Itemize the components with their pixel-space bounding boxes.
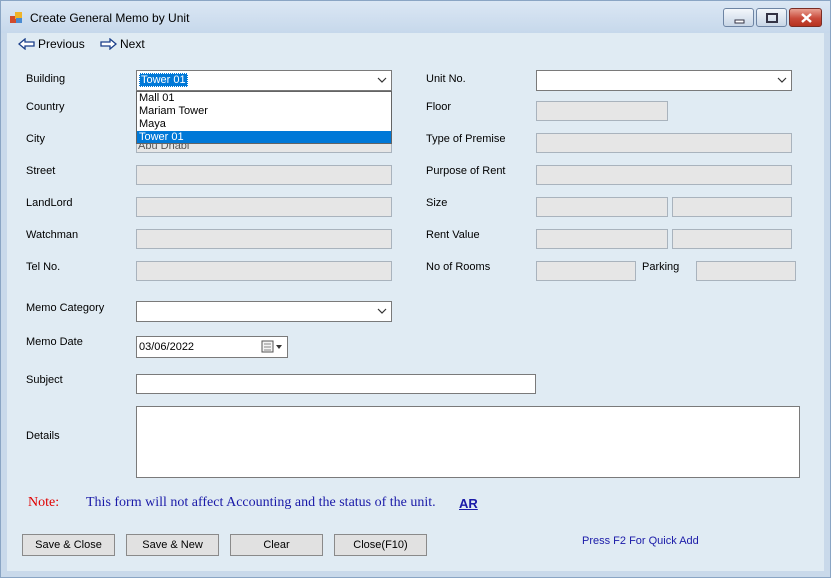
- floor-field[interactable]: [536, 101, 668, 121]
- building-dropdown-list[interactable]: Mall 01 Mariam Tower Maya Tower 01: [136, 91, 392, 144]
- landlord-field[interactable]: [136, 197, 392, 217]
- rent-field[interactable]: [536, 229, 668, 249]
- clear-button[interactable]: Clear: [230, 534, 323, 556]
- watchman-label: Watchman: [26, 229, 79, 241]
- calendar-icon[interactable]: [261, 340, 285, 354]
- street-label: Street: [26, 165, 56, 177]
- type-field[interactable]: [536, 133, 792, 153]
- unit-label: Unit No.: [426, 73, 466, 85]
- next-button[interactable]: Next: [100, 35, 145, 53]
- rooms-field[interactable]: [536, 261, 636, 281]
- window-title: Create General Memo by Unit: [30, 11, 190, 25]
- landlord-label: LandLord: [26, 197, 73, 209]
- memo-category-select[interactable]: [136, 301, 392, 322]
- memo-category-label: Memo Category: [26, 302, 105, 314]
- floor-label: Floor: [426, 101, 452, 113]
- memo-window: Create General Memo by Unit Previous Nex…: [0, 0, 831, 578]
- previous-button[interactable]: Previous: [18, 35, 85, 53]
- close-button[interactable]: Close(F10): [334, 534, 427, 556]
- chevron-down-icon: [377, 308, 387, 314]
- previous-label: Previous: [38, 37, 85, 51]
- save-new-button[interactable]: Save & New: [126, 534, 219, 556]
- note-text: This form will not affect Accounting and…: [86, 495, 436, 510]
- app-icon: [10, 12, 22, 23]
- details-label: Details: [26, 430, 60, 442]
- city-label: City: [26, 133, 45, 145]
- memo-date-picker[interactable]: 03/06/2022: [136, 336, 288, 358]
- unit-select[interactable]: [536, 70, 792, 91]
- tel-label: Tel No.: [26, 261, 61, 273]
- rent-extra-field[interactable]: [672, 229, 792, 249]
- rooms-label: No of Rooms: [426, 261, 491, 273]
- chevron-down-icon: [777, 77, 787, 83]
- save-close-button[interactable]: Save & Close: [22, 534, 115, 556]
- chevron-down-icon: [377, 77, 387, 83]
- form-body: Previous Next Building Country City Stre…: [7, 33, 824, 571]
- arrow-right-icon: [100, 38, 117, 50]
- memo-date-label: Memo Date: [26, 336, 83, 348]
- rent-label: Rent Value: [426, 229, 480, 241]
- purpose-field[interactable]: [536, 165, 792, 185]
- maximize-icon: [766, 13, 778, 23]
- dropdown-option[interactable]: Maya: [137, 118, 391, 131]
- size-field[interactable]: [536, 197, 668, 217]
- ar-link[interactable]: AR: [459, 496, 478, 511]
- close-window-button[interactable]: [789, 8, 822, 27]
- next-label: Next: [120, 37, 145, 51]
- minimize-button[interactable]: [723, 8, 754, 27]
- building-value: Tower 01: [139, 73, 188, 87]
- watchman-field[interactable]: [136, 229, 392, 249]
- note-label: Note:: [28, 495, 60, 510]
- subject-field[interactable]: [136, 374, 536, 394]
- parking-label: Parking: [642, 261, 680, 273]
- size-unit-field[interactable]: [672, 197, 792, 217]
- memo-date-value: 03/06/2022: [139, 341, 195, 353]
- street-field[interactable]: [136, 165, 392, 185]
- title-bar: Create General Memo by Unit: [1, 1, 830, 33]
- type-label: Type of Premise: [426, 133, 506, 145]
- dropdown-option[interactable]: Mall 01: [137, 92, 391, 105]
- minimize-icon: [734, 19, 745, 24]
- purpose-label: Purpose of Rent: [426, 165, 506, 177]
- details-textarea[interactable]: [136, 406, 800, 478]
- building-label: Building: [26, 73, 66, 85]
- parking-field[interactable]: [696, 261, 796, 281]
- arrow-left-icon: [18, 38, 35, 50]
- dropdown-option[interactable]: Mariam Tower: [137, 105, 391, 118]
- country-label: Country: [26, 101, 65, 113]
- dropdown-option-selected[interactable]: Tower 01: [137, 131, 391, 143]
- maximize-button[interactable]: [756, 8, 787, 27]
- tel-field[interactable]: [136, 261, 392, 281]
- quick-add-hint: Press F2 For Quick Add: [582, 535, 699, 547]
- close-icon: [801, 13, 812, 23]
- subject-label: Subject: [26, 374, 63, 386]
- size-label: Size: [426, 197, 448, 209]
- building-select[interactable]: Tower 01: [136, 70, 392, 91]
